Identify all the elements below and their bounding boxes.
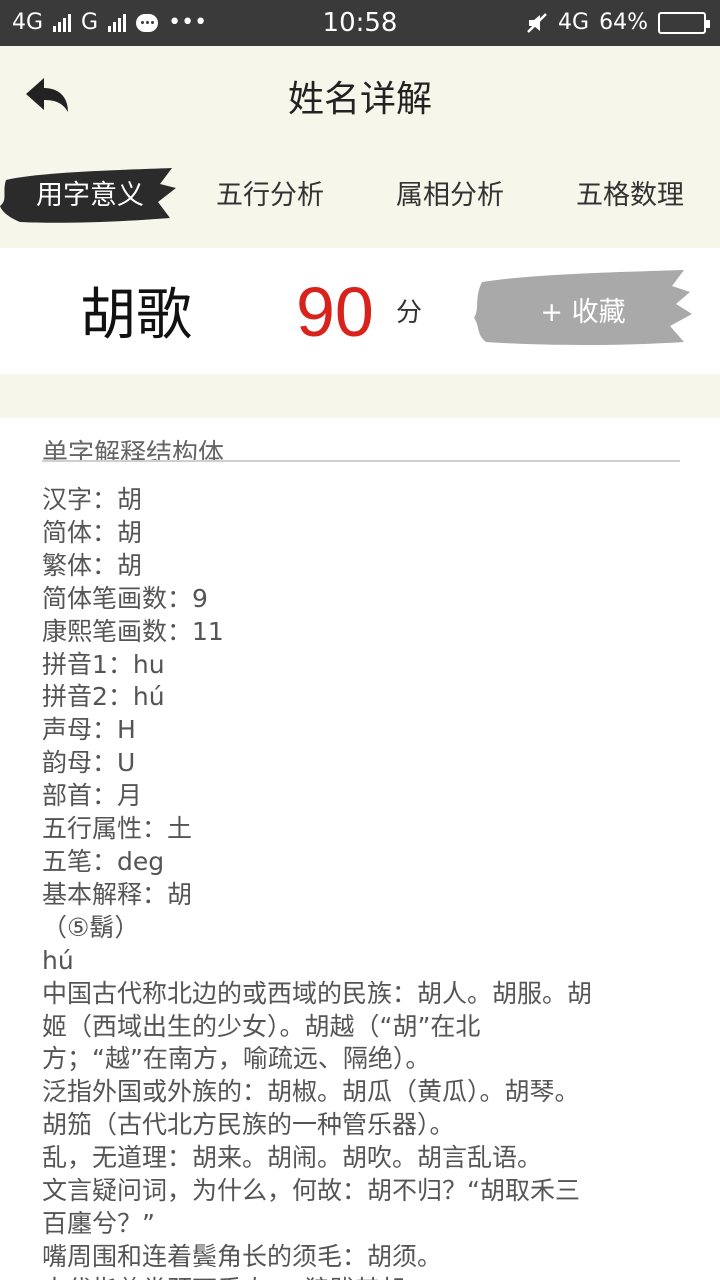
detail-line: 嘴周围和连着鬓角长的须毛：胡须。 (42, 1241, 443, 1271)
tab-label: 属相分析 (396, 180, 504, 211)
collect-button[interactable]: + 收藏 (472, 268, 694, 348)
tab-zodiac[interactable]: 属相分析 (360, 166, 540, 226)
detail-line: 康熙笔画数：11 (42, 616, 224, 646)
detail-line: 声母：H (42, 715, 136, 745)
detail-line: （⑤鬍） (42, 912, 140, 942)
battery-icon (658, 11, 710, 34)
detail-line: 胡笳（古代北方民族的一种管乐器）。 (42, 1110, 455, 1140)
network-label-3: 4G (558, 10, 590, 35)
name-text: 胡歌 (80, 283, 192, 348)
tab-wuge[interactable]: 五格数理 (540, 166, 720, 226)
detail-line: hú (42, 945, 74, 975)
tab-label: 五格数理 (576, 180, 684, 211)
name-card: 胡歌 90 分 + 收藏 (0, 248, 720, 374)
tab-label: 五行分析 (216, 180, 324, 211)
detail-line: 基本解释：胡 (42, 879, 193, 909)
status-bar: 4G G ••• 10:58 4G 64% (0, 0, 720, 46)
status-right: 4G 64% (526, 10, 710, 35)
detail-line: 古代指兽类颈下垂肉：“狼跋其胡。” (42, 1274, 682, 1280)
page-title: 姓名详解 (287, 79, 432, 120)
detail-line: 姬（西域出生的少女）。胡越（“胡”在北 (42, 1011, 481, 1041)
detail-line: 泛指外国或外族的：胡椒。胡瓜（黄瓜）。胡琴。 (42, 1077, 580, 1107)
tab-label: 用字意义 (36, 180, 144, 211)
detail-line: 简体笔画数：9 (42, 583, 208, 613)
header-bar: 姓名详解 (0, 46, 720, 146)
detail-content[interactable]: 单字解释结构体 汉字：胡简体：胡 繁体：胡 简体笔画数：9 康熙笔画数：11 拼音1：h… (0, 418, 720, 1280)
detail-line: 韵母：U (42, 748, 136, 778)
detail-line: 简体：胡 (42, 517, 143, 547)
detail-line: 百廛兮？” (42, 1208, 155, 1238)
detail-line: 繁体：胡 (42, 550, 143, 580)
detail-line: 拼音1：hu (42, 649, 165, 679)
tab-meaning[interactable]: 用字意义 (0, 166, 180, 226)
detail-line: 五行属性：土 (42, 814, 193, 844)
divider (42, 460, 680, 462)
battery-percent: 64% (599, 10, 648, 35)
score-value: 90 (296, 273, 374, 351)
detail-line: 文言疑问词，为什么，何故：胡不归？“胡取禾三 (42, 1176, 580, 1206)
detail-line: 乱，无道理：胡来。胡闹。胡吹。胡言乱语。 (42, 1143, 543, 1173)
mute-icon (527, 12, 547, 33)
detail-line: 部首：月 (42, 781, 143, 811)
detail-lines: 汉字：胡简体：胡 繁体：胡 简体笔画数：9 康熙笔画数：11 拼音1：hu 拼音2：hú 声… (42, 484, 682, 1280)
detail-line: 五笔：deg (42, 846, 165, 876)
detail-line: 方；“越”在南方，喻疏远、隔绝）。 (42, 1044, 431, 1074)
score-unit: 分 (396, 298, 423, 328)
spacer (0, 374, 720, 418)
section-title: 单字解释结构体 (42, 439, 225, 462)
detail-line: 汉字：胡 (42, 485, 143, 514)
detail-line: 中国古代称北边的或西域的民族：胡人。胡服。胡 (42, 978, 593, 1008)
detail-line: 拼音2：hú (42, 682, 165, 712)
tab-bar: 用字意义 五行分析 属相分析 五格数理 (0, 146, 720, 242)
collect-label: + 收藏 (540, 297, 626, 328)
tab-wuxing[interactable]: 五行分析 (180, 166, 360, 226)
